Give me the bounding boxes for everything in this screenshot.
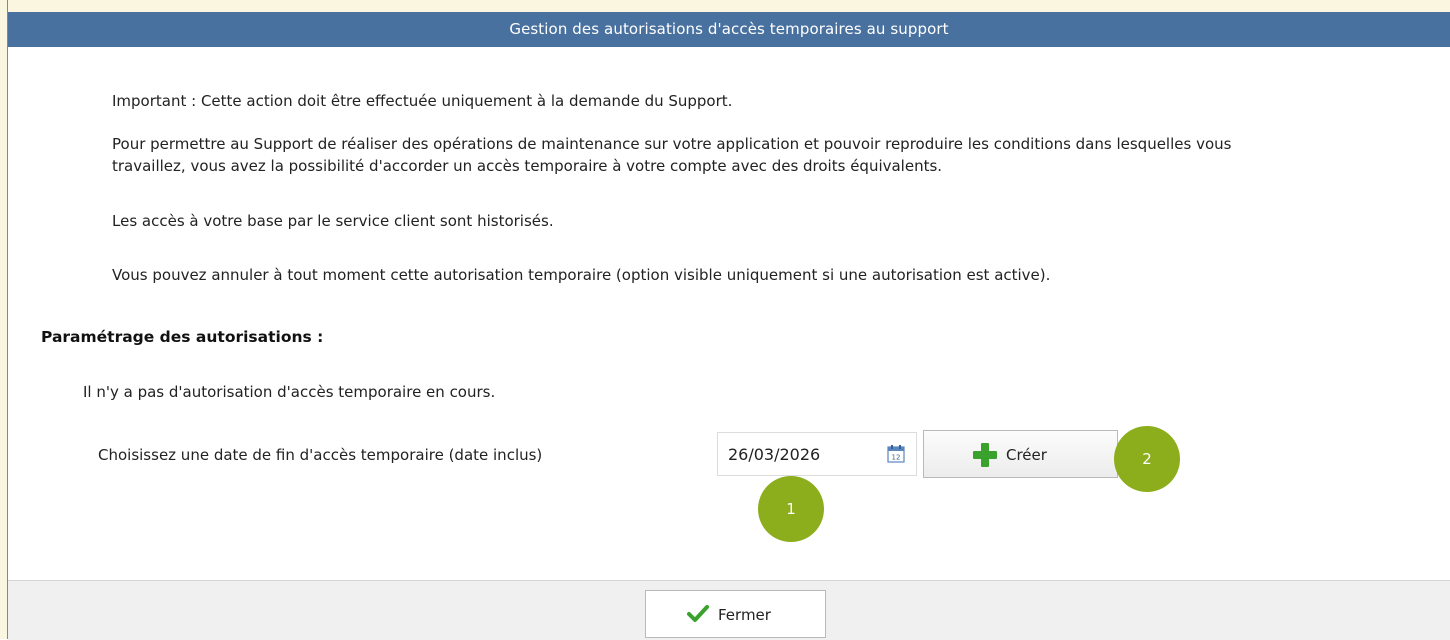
calendar-icon[interactable]: 12 [886, 444, 906, 464]
status-text: Il n'y a pas d'autorisation d'accès temp… [83, 383, 496, 401]
description-line-1: Pour permettre au Support de réaliser de… [112, 135, 1232, 153]
section-title: Paramétrage des autorisations : [41, 328, 324, 346]
history-notice: Les accès à votre base par le service cl… [112, 212, 554, 230]
cancel-info: Vous pouvez annuler à tout moment cette … [112, 266, 1051, 284]
calendar-icon-text: 12 [892, 454, 901, 462]
end-date-value[interactable]: 26/03/2026 [728, 445, 820, 464]
support-access-dialog: Gestion des autorisations d'accès tempor… [8, 12, 1450, 640]
dialog-footer: Fermer [8, 580, 1450, 640]
background-strip-top [0, 0, 1450, 12]
check-icon [687, 605, 709, 622]
annotation-badge-1: 1 [758, 476, 824, 542]
end-date-field[interactable]: 26/03/2026 12 [717, 432, 917, 476]
create-button-label: Créer [1006, 446, 1047, 464]
plus-icon [973, 443, 997, 467]
dialog-title: Gestion des autorisations d'accès tempor… [8, 12, 1450, 47]
create-button[interactable]: Créer [923, 430, 1118, 478]
close-button-label: Fermer [718, 606, 771, 624]
important-notice: Important : Cette action doit être effec… [112, 92, 733, 110]
annotation-badge-2: 2 [1114, 426, 1180, 492]
close-button[interactable]: Fermer [645, 590, 826, 638]
background-strip-left [0, 0, 8, 639]
date-label: Choisissez une date de fin d'accès tempo… [98, 446, 543, 464]
description-line-2: travaillez, vous avez la possibilité d'a… [112, 157, 943, 175]
